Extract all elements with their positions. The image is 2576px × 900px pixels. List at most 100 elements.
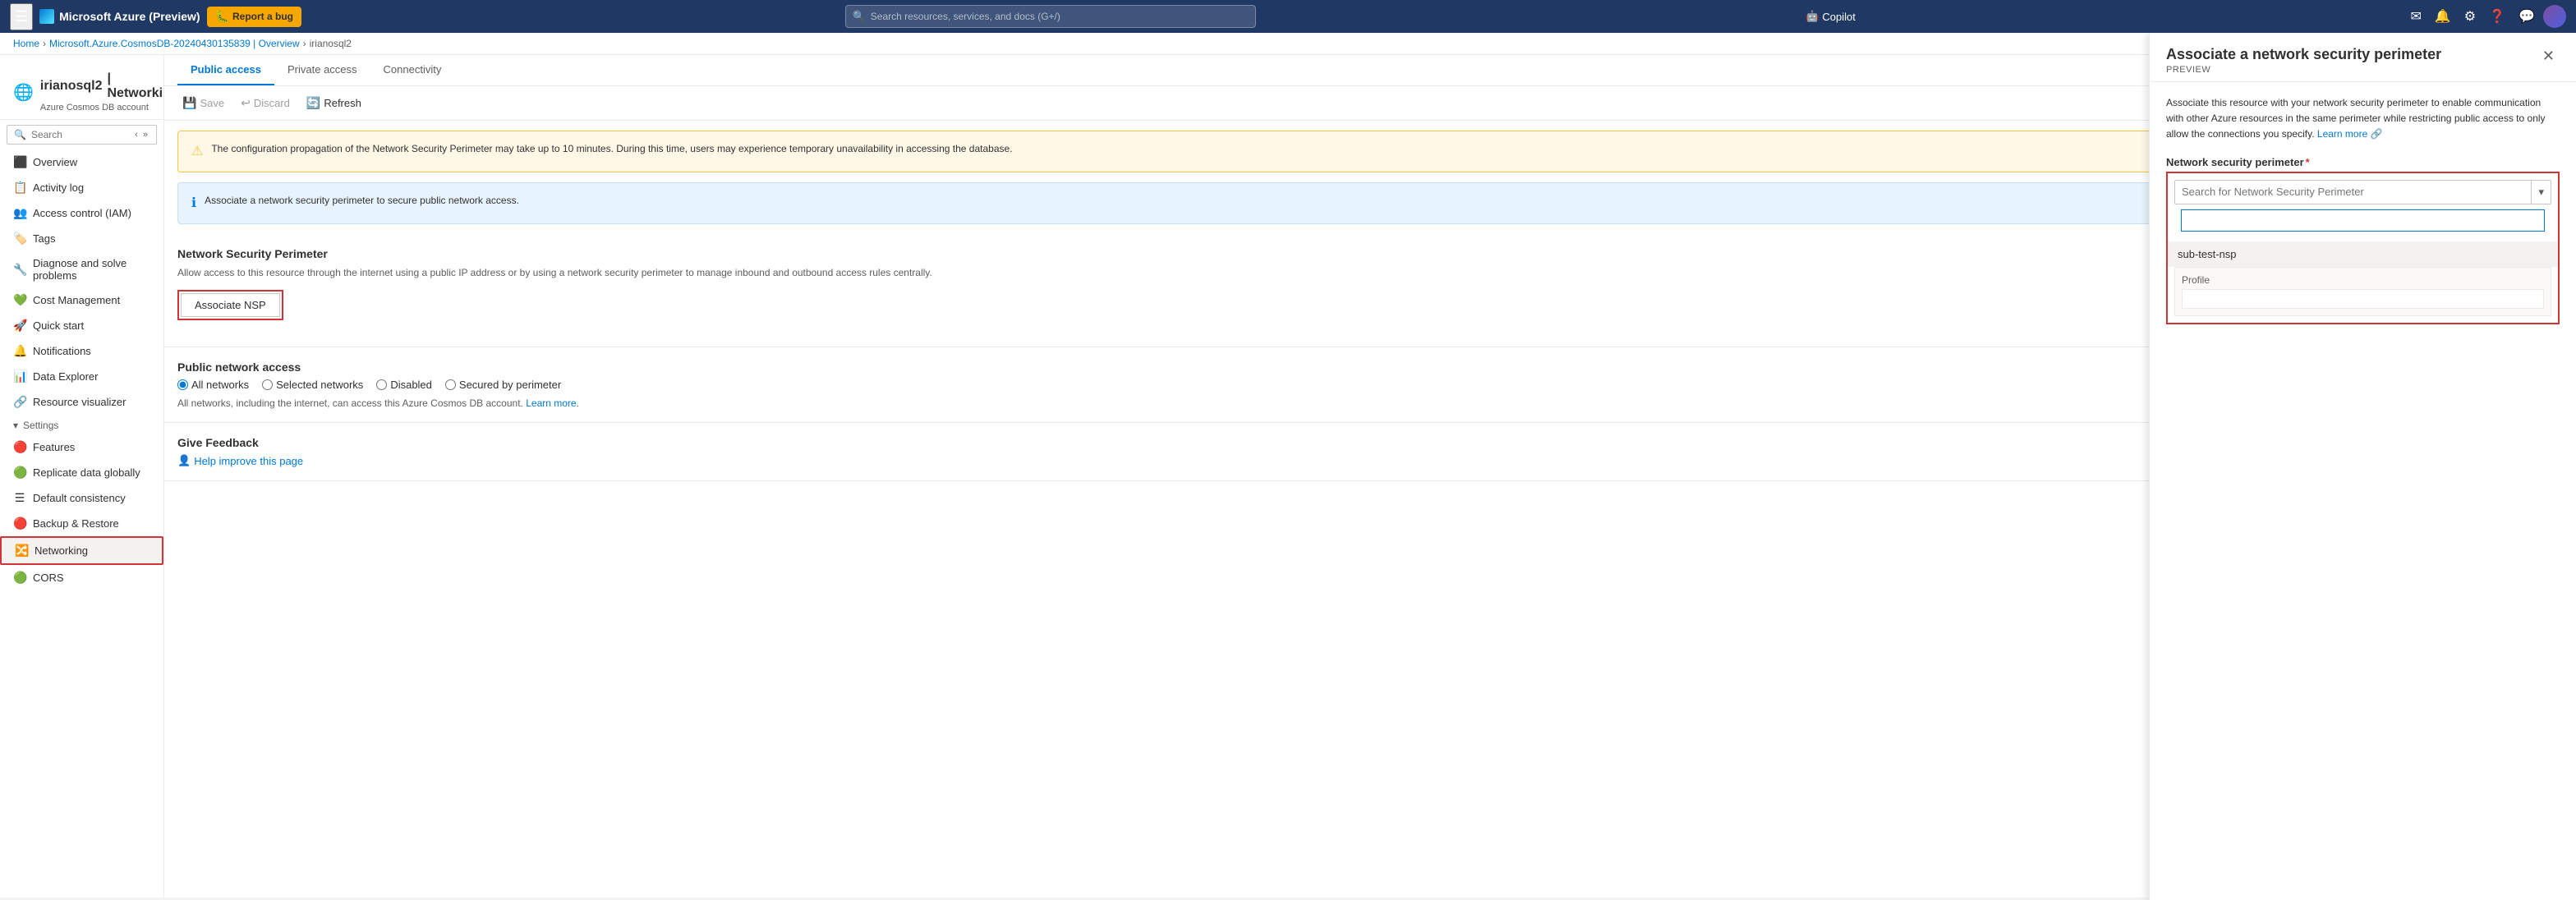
sidebar-item-label: Backup & Restore — [33, 517, 119, 530]
sidebar-item-label: CORS — [33, 572, 64, 584]
report-bug-button[interactable]: 🐛 Report a bug — [207, 7, 301, 27]
sidebar-search-container[interactable]: 🔍 ‹ » — [7, 125, 157, 145]
hamburger-menu[interactable]: ☰ — [10, 3, 33, 30]
breadcrumb-current: irianosql2 — [310, 38, 352, 49]
sidebar-item-overview[interactable]: ⬛ Overview — [0, 149, 163, 175]
nsp-sub-input[interactable]: sub — [2181, 209, 2545, 232]
sidebar-expand-btn[interactable]: » — [141, 130, 150, 140]
sidebar-item-label: Features — [33, 441, 75, 453]
sidebar-item-features[interactable]: 🔴 Features — [0, 434, 163, 460]
nsp-option-item[interactable]: sub-test-nsp — [2168, 241, 2558, 267]
sidebar-search-input[interactable] — [31, 129, 128, 140]
panel-description: Associate this resource with your networ… — [2166, 95, 2560, 143]
access-control-icon: 👥 — [13, 206, 26, 220]
discard-button[interactable]: ↩ Discard — [236, 93, 295, 113]
copilot-icon: 🤖 — [1806, 10, 1819, 23]
tags-icon: 🏷️ — [13, 232, 26, 246]
settings-icon-button[interactable]: ⚙ — [2459, 5, 2481, 28]
discard-icon: ↩ — [241, 96, 251, 110]
sidebar-item-cors[interactable]: 🟢 CORS — [0, 565, 163, 590]
help-icon-button[interactable]: ❓ — [2484, 5, 2510, 28]
sidebar-item-access-control[interactable]: 👥 Access control (IAM) — [0, 200, 163, 226]
disabled-radio[interactable] — [376, 379, 387, 390]
notification-icon-button[interactable]: 🔔 — [2430, 5, 2456, 28]
global-search-input[interactable] — [871, 11, 1249, 22]
sidebar-item-tags[interactable]: 🏷️ Tags — [0, 226, 163, 251]
sidebar-item-networking[interactable]: 🔀 Networking — [0, 536, 163, 565]
nsp-dropdown-row: ▾ — [2174, 180, 2551, 204]
associate-nsp-container: Associate NSP — [177, 290, 283, 320]
breadcrumb-home[interactable]: Home — [13, 38, 39, 49]
copilot-button[interactable]: 🤖 Copilot — [1799, 7, 1862, 26]
nsp-dropdown-arrow[interactable]: ▾ — [2531, 181, 2551, 204]
feedback-icon-button[interactable]: 💬 — [2514, 5, 2540, 28]
sidebar-item-replicate[interactable]: 🟢 Replicate data globally — [0, 460, 163, 485]
refresh-button[interactable]: 🔄 Refresh — [301, 93, 366, 113]
sidebar-item-resource-visualizer[interactable]: 🔗 Resource visualizer — [0, 389, 163, 415]
nsp-form-field: Network security perimeter * ▾ sub sub-t… — [2166, 156, 2560, 324]
activity-log-icon: 📋 — [13, 181, 26, 195]
tab-private-access[interactable]: Private access — [274, 55, 370, 85]
resource-title-row: irianosql2 | Networking ☆ ··· — [40, 71, 164, 101]
refresh-icon: 🔄 — [306, 96, 320, 110]
email-icon-button[interactable]: ✉ — [2405, 5, 2426, 28]
sidebar-item-backup-restore[interactable]: 🔴 Backup & Restore — [0, 511, 163, 536]
sub-input-container: sub — [2174, 209, 2551, 238]
sidebar-item-notifications[interactable]: 🔔 Notifications — [0, 338, 163, 364]
tab-connectivity[interactable]: Connectivity — [370, 55, 455, 85]
info-icon: ℹ — [191, 194, 196, 214]
save-button[interactable]: 💾 Save — [177, 93, 229, 113]
all-networks-option[interactable]: All networks — [177, 379, 249, 391]
sidebar-item-diagnose[interactable]: 🔧 Diagnose and solve problems — [0, 251, 163, 287]
resource-header: 🌐 irianosql2 | Networking ☆ ··· Azure Co… — [0, 62, 163, 120]
sidebar-item-label: Cost Management — [33, 294, 120, 306]
nsp-label: Network security perimeter * — [2166, 156, 2560, 168]
azure-logo-icon — [39, 9, 54, 24]
sidebar-item-label: Activity log — [33, 181, 84, 194]
sidebar-search-icon: 🔍 — [14, 129, 26, 140]
learn-more-panel-link[interactable]: Learn more 🔗 — [2317, 128, 2383, 140]
notifications-icon: 🔔 — [13, 344, 26, 358]
nsp-option-label: sub-test-nsp — [2178, 248, 2237, 260]
sidebar-item-quick-start[interactable]: 🚀 Quick start — [0, 313, 163, 338]
sidebar-item-default-consistency[interactable]: ☰ Default consistency — [0, 485, 163, 511]
disabled-option[interactable]: Disabled — [376, 379, 432, 391]
sidebar-item-data-explorer[interactable]: 📊 Data Explorer — [0, 364, 163, 389]
data-explorer-icon: 📊 — [13, 370, 26, 383]
sidebar-item-label: Notifications — [33, 345, 91, 357]
profile-input[interactable] — [2182, 289, 2544, 309]
sidebar-item-activity-log[interactable]: 📋 Activity log — [0, 175, 163, 200]
breadcrumb-cosmosdb[interactable]: Microsoft.Azure.CosmosDB-20240430135839 … — [49, 38, 300, 49]
learn-more-link[interactable]: Learn more. — [526, 397, 579, 409]
close-panel-button[interactable]: ✕ — [2537, 46, 2560, 67]
global-search-bar[interactable]: 🔍 — [845, 5, 1256, 28]
tab-public-access[interactable]: Public access — [177, 55, 274, 85]
sidebar-item-label: Resource visualizer — [33, 396, 126, 408]
selected-networks-option[interactable]: Selected networks — [262, 379, 363, 391]
right-panel-body: Associate this resource with your networ… — [2150, 82, 2576, 900]
sidebar-item-cost-management[interactable]: 💚 Cost Management — [0, 287, 163, 313]
settings-section-header[interactable]: ▾ Settings — [0, 415, 163, 434]
resource-name: irianosql2 — [40, 79, 103, 94]
resource-page-title: | Networking — [107, 71, 164, 101]
sidebar-item-label: Default consistency — [33, 492, 126, 504]
azure-logo: Microsoft Azure (Preview) — [39, 9, 200, 24]
sidebar-item-label: Replicate data globally — [33, 466, 140, 479]
warning-text: The configuration propagation of the Net… — [211, 141, 1012, 156]
features-icon: 🔴 — [13, 440, 26, 454]
secured-perimeter-radio[interactable] — [445, 379, 456, 390]
overview-icon: ⬛ — [13, 155, 26, 169]
secured-perimeter-option[interactable]: Secured by perimeter — [445, 379, 561, 391]
all-networks-radio[interactable] — [177, 379, 188, 390]
selected-networks-radio[interactable] — [262, 379, 273, 390]
sidebar-collapse-btn[interactable]: ‹ — [133, 130, 140, 140]
consistency-icon: ☰ — [13, 491, 26, 505]
cost-management-icon: 💚 — [13, 293, 26, 307]
quick-start-icon: 🚀 — [13, 319, 26, 333]
right-panel-subtitle: PREVIEW — [2166, 65, 2441, 75]
nsp-search-field[interactable] — [2175, 181, 2531, 203]
resource-icon: 🌐 — [13, 82, 34, 103]
avatar[interactable] — [2543, 5, 2566, 28]
sidebar-item-label: Overview — [33, 156, 77, 168]
associate-nsp-button[interactable]: Associate NSP — [181, 293, 280, 317]
